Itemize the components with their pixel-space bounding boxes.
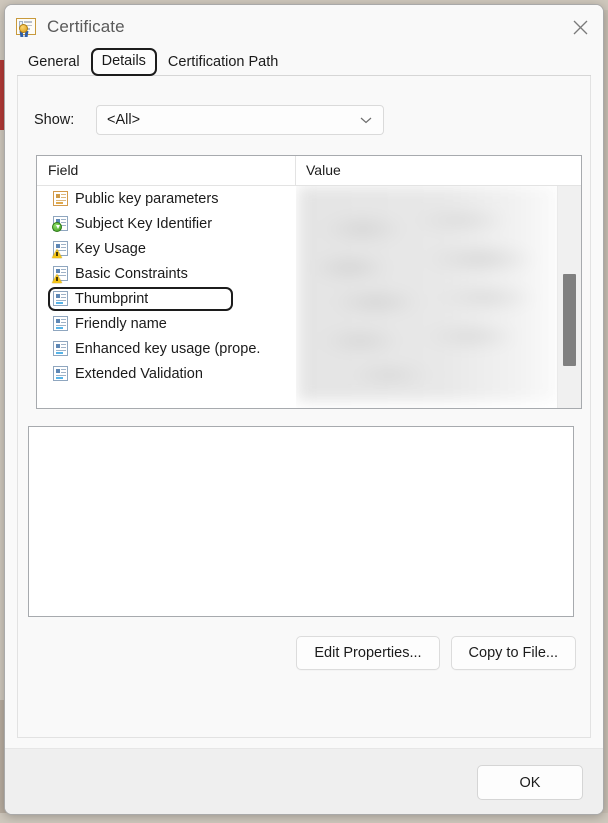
certificate-field-icon: [52, 290, 69, 307]
table-row[interactable]: Key Usage: [37, 236, 296, 261]
scrollbar-thumb[interactable]: [563, 274, 576, 366]
value-column: [296, 186, 557, 408]
certificate-field-icon: [52, 340, 69, 357]
tab-bar: General Details Certification Path: [17, 48, 591, 76]
copy-to-file-button[interactable]: Copy to File...: [450, 636, 576, 670]
action-buttons: Edit Properties... Copy to File...: [296, 636, 576, 670]
field-detail-textarea[interactable]: [28, 426, 574, 617]
show-row: Show: <All>: [34, 105, 384, 135]
field-label: Public key parameters: [75, 190, 219, 207]
certificate-dialog: Certificate General Details Certificatio…: [4, 4, 604, 815]
show-dropdown[interactable]: <All>: [96, 105, 384, 135]
field-label: Key Usage: [75, 240, 146, 257]
tab-details[interactable]: Details: [90, 48, 157, 76]
details-panel: Show: <All> Field Value Public key param…: [17, 76, 591, 738]
field-value-grid: Field Value Public key parameters Subjec…: [36, 155, 582, 409]
show-label: Show:: [34, 112, 75, 128]
certificate-field-icon: [52, 365, 69, 382]
title-bar: Certificate: [5, 5, 603, 49]
screen: Certificate General Details Certificatio…: [0, 0, 608, 823]
table-row[interactable]: Enhanced key usage (prope...: [37, 336, 296, 361]
certificate-field-download-icon: [52, 215, 69, 232]
field-label: Extended Validation: [75, 365, 203, 382]
column-header-value[interactable]: Value: [296, 156, 581, 185]
certificate-field-warning-icon: [52, 265, 69, 283]
grid-header: Field Value: [37, 156, 581, 186]
close-icon[interactable]: [557, 5, 603, 49]
field-label: Enhanced key usage (prope...: [75, 340, 261, 357]
window-title: Certificate: [47, 17, 125, 36]
chevron-down-icon: [360, 111, 372, 129]
table-row[interactable]: Public key parameters: [37, 186, 296, 211]
vertical-scrollbar[interactable]: [557, 186, 581, 408]
grid-body: Public key parameters Subject Key Identi…: [37, 186, 581, 408]
field-column: Public key parameters Subject Key Identi…: [37, 186, 296, 408]
certificate-icon: [15, 17, 37, 37]
redacted-value-content: [298, 186, 557, 401]
field-label: Friendly name: [75, 315, 167, 332]
certificate-field-icon: [52, 315, 69, 332]
field-label: Thumbprint: [75, 290, 149, 307]
field-label: Subject Key Identifier: [75, 215, 213, 232]
field-label: Basic Constraints: [75, 265, 188, 282]
tab-certification-path[interactable]: Certification Path: [157, 50, 289, 76]
certificate-field-orange-icon: [52, 190, 69, 207]
table-row[interactable]: Friendly name: [37, 311, 296, 336]
edit-properties-button[interactable]: Edit Properties...: [296, 636, 440, 670]
dialog-footer: OK: [5, 748, 603, 814]
show-dropdown-value: <All>: [107, 112, 141, 128]
tab-general[interactable]: General: [17, 50, 91, 76]
ok-button[interactable]: OK: [477, 765, 583, 800]
column-header-field[interactable]: Field: [37, 156, 296, 185]
table-row[interactable]: Extended Validation: [37, 361, 296, 386]
table-row[interactable]: Basic Constraints: [37, 261, 296, 286]
table-row-thumbprint[interactable]: Thumbprint: [37, 286, 296, 311]
certificate-field-warning-icon: [52, 240, 69, 258]
table-row[interactable]: Subject Key Identifier: [37, 211, 296, 236]
